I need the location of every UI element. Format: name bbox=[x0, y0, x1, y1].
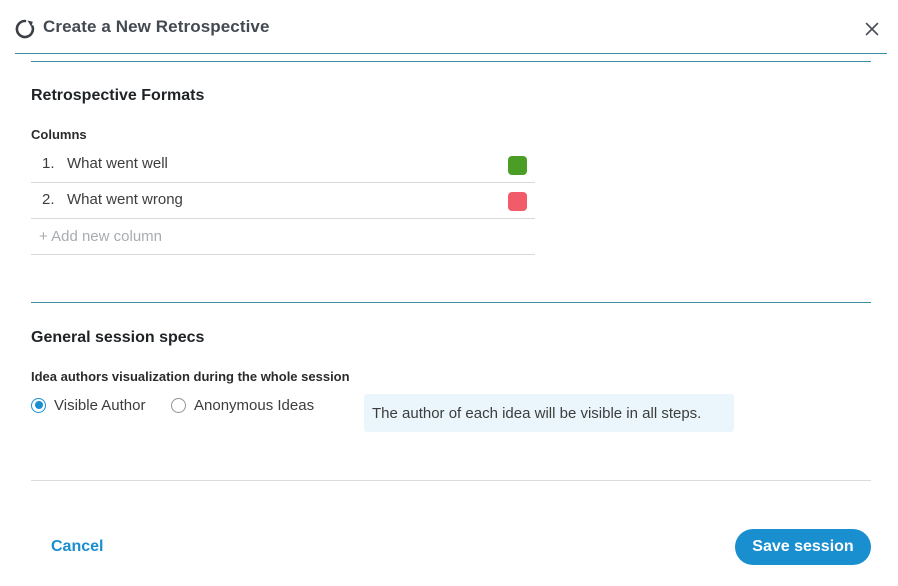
add-column-button[interactable]: + Add new column bbox=[39, 228, 162, 245]
dialog-header: Create a New Retrospective bbox=[0, 0, 898, 56]
footer-divider bbox=[31, 480, 871, 481]
columns-label: Columns bbox=[31, 127, 87, 142]
radio-unselected-icon[interactable] bbox=[171, 397, 186, 413]
radio-label[interactable]: Anonymous Ideas bbox=[194, 397, 314, 414]
anonymous-ideas-radio[interactable]: Anonymous Ideas bbox=[171, 396, 314, 414]
column-row-1[interactable]: 1. What went well bbox=[31, 147, 535, 183]
cancel-button[interactable]: Cancel bbox=[51, 538, 103, 556]
column-name[interactable]: What went well bbox=[67, 155, 168, 172]
formats-section-title: Retrospective Formats bbox=[31, 87, 205, 104]
radio-label[interactable]: Visible Author bbox=[54, 397, 145, 414]
column-color-swatch[interactable] bbox=[508, 192, 527, 211]
save-session-button[interactable]: Save session bbox=[735, 529, 871, 565]
add-column-row[interactable]: + Add new column bbox=[31, 219, 535, 255]
header-divider bbox=[15, 53, 887, 54]
column-color-swatch[interactable] bbox=[508, 156, 527, 175]
column-number: 2. bbox=[42, 191, 55, 208]
close-icon[interactable] bbox=[862, 19, 882, 39]
column-number: 1. bbox=[42, 155, 55, 172]
dialog-title: Create a New Retrospective bbox=[43, 17, 270, 36]
column-name[interactable]: What went wrong bbox=[67, 191, 183, 208]
section-divider bbox=[31, 302, 871, 303]
specs-section-title: General session specs bbox=[31, 329, 205, 346]
visibility-hint: The author of each idea will be visible … bbox=[364, 394, 734, 432]
visible-author-radio[interactable]: Visible Author bbox=[31, 396, 145, 414]
content-top-divider bbox=[31, 61, 871, 62]
column-row-2[interactable]: 2. What went wrong bbox=[31, 183, 535, 219]
retro-logo-icon bbox=[15, 19, 35, 39]
radio-selected-icon[interactable] bbox=[31, 397, 46, 413]
visualization-label: Idea authors visualization during the wh… bbox=[31, 369, 350, 384]
